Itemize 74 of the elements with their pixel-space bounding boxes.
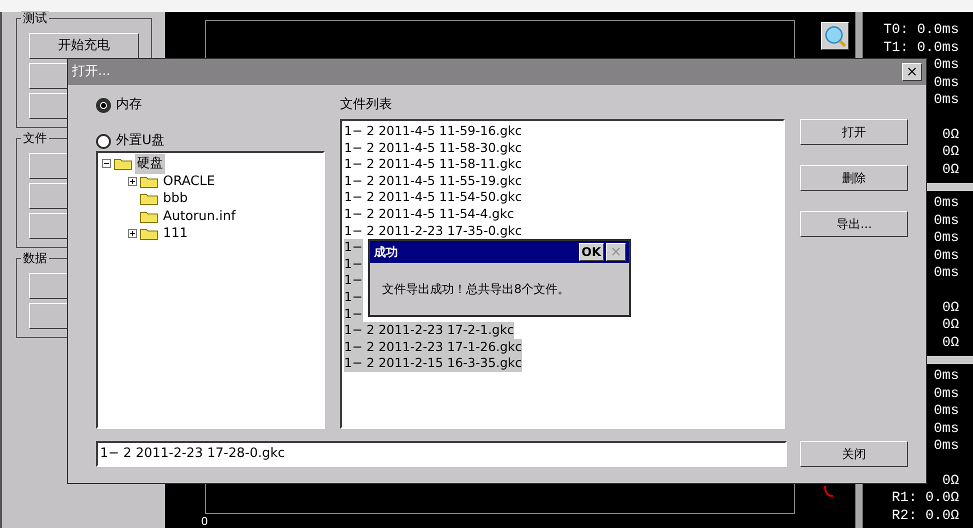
file-list-item[interactable]: 1− 2 2011-4-5 11-59-16.gkc (344, 123, 522, 140)
group-title: 文件 (21, 131, 49, 145)
file-list-item[interactable]: 1− (344, 239, 363, 256)
folder-icon (140, 210, 158, 223)
ok-button[interactable]: OK (578, 243, 604, 261)
file-list-item[interactable]: 1− (344, 288, 363, 306)
arc-mark (823, 484, 835, 498)
radio-label[interactable]: 内存 (116, 95, 142, 115)
folder-icon (140, 192, 158, 206)
resistance-readout: 0Ω (942, 300, 959, 317)
tree-item[interactable]: ORACLE (161, 172, 217, 191)
resistance-readout: 0Ω (942, 472, 959, 490)
dialog-title: 打开... (72, 63, 110, 82)
time-readout: 0ms (934, 74, 959, 92)
resistance-readout: 0Ω (942, 317, 959, 334)
expander-icon[interactable] (102, 159, 111, 168)
time-readout: 0ms (934, 212, 959, 230)
file-list-item[interactable]: 1− 2 2011-4-5 11-58-11.gkc (344, 156, 522, 173)
file-list-item[interactable]: 1− 2 2011-2-23 17-2-1.gkc (344, 322, 514, 339)
file-list-item[interactable]: 1− 2 2011-2-23 17-1-26.gkc (344, 338, 522, 356)
resistance-readout: 0Ω (942, 334, 959, 352)
resistance-readout: 0Ω (942, 144, 959, 162)
time-readout: 0ms (934, 195, 959, 212)
time-readout: 0ms (934, 438, 959, 456)
expander-icon[interactable] (128, 229, 137, 238)
file-list-item[interactable]: 1− (344, 272, 363, 289)
file-list-label: 文件列表 (340, 96, 394, 114)
time-readout: 0ms (934, 420, 959, 438)
time-readout: 0ms (934, 92, 959, 110)
dialog-button[interactable]: 打开 (800, 119, 908, 145)
file-list-item[interactable]: 1− (344, 306, 363, 322)
resistance-readout: R2: 0.0Ω (892, 508, 959, 525)
tree-item[interactable]: 硬盘 (135, 154, 165, 174)
tree-item[interactable]: Autorun.inf (161, 206, 238, 226)
close-button[interactable]: × (902, 63, 922, 81)
resistance-readout: 0Ω (942, 126, 959, 144)
resistance-readout: 0Ω (942, 162, 959, 179)
time-readout: T0: 0.0ms (883, 22, 959, 40)
file-list-item[interactable]: 1− 2 2011-2-15 16-3-35.gkc (344, 355, 522, 372)
time-readout: 0ms (934, 265, 959, 282)
file-list-item[interactable]: 1− (344, 256, 363, 272)
expander-icon[interactable] (128, 176, 137, 186)
radio-button[interactable] (96, 98, 111, 112)
dialog-button[interactable]: 删除 (800, 165, 908, 191)
file-list-item[interactable]: 1− 2 2011-2-23 17-35-0.gkc (344, 222, 522, 240)
folder-icon (114, 157, 132, 170)
zoom-button[interactable] (821, 22, 849, 50)
axis-label: 0 (201, 515, 208, 528)
group-title: 测试 (21, 11, 49, 25)
group-title: 数据 (21, 251, 49, 265)
time-readout: 0ms (934, 230, 959, 248)
file-list-item[interactable]: 1− 2 2011-4-5 11-54-4.gkc (344, 206, 514, 223)
tree-item[interactable]: bbb (161, 189, 190, 208)
dialog-button[interactable]: 导出... (800, 211, 908, 237)
close-dialog-button[interactable]: 关闭 (800, 441, 908, 467)
time-readout: 0ms (934, 386, 959, 403)
file-list-item[interactable]: 1− 2 2011-4-5 11-54-50.gkc (344, 189, 522, 206)
resistance-readout: R1: 0.0Ω (892, 490, 959, 508)
tree-item[interactable]: 111 (161, 224, 190, 244)
radio-label[interactable]: 外置U盘 (116, 131, 165, 151)
folder-icon (140, 227, 158, 240)
panel-button[interactable]: 开始充电 (29, 33, 139, 59)
magnifier-icon (823, 24, 847, 48)
message-text: 文件导出成功！总共导出8个文件。 (382, 281, 570, 298)
time-readout: 0ms (934, 368, 959, 386)
message-title: 成功 (374, 244, 398, 261)
filename-field[interactable]: 1− 2 2011-2-23 17-28-0.gkc (96, 441, 788, 467)
file-list-item[interactable]: 1− 2 2011-4-5 11-55-19.gkc (344, 172, 522, 190)
file-list-item[interactable]: 1− 2 2011-4-5 11-58-30.gkc (344, 140, 522, 156)
time-readout: 0ms (934, 403, 959, 420)
radio-button[interactable] (96, 134, 111, 148)
time-readout: 0ms (934, 248, 959, 265)
time-readout: T1: 0.0ms (883, 40, 959, 57)
time-readout: 0ms (934, 57, 959, 74)
